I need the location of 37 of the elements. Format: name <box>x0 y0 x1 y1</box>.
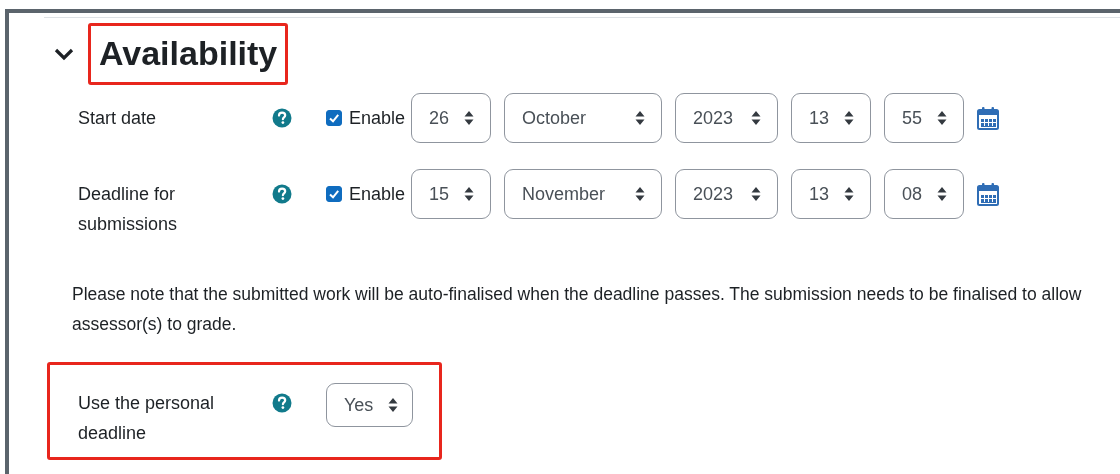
field-label: Start date <box>78 107 158 130</box>
yes-no-select[interactable]: Yes <box>326 383 413 427</box>
section-heading: Availability <box>88 23 289 85</box>
year-select[interactable]: 2023 <box>675 169 779 219</box>
enable-label: Enable <box>349 183 406 205</box>
month-select[interactable]: October <box>504 93 663 143</box>
sort-caret-icon <box>635 186 646 202</box>
field-label: Use the personal deadline <box>78 392 216 445</box>
month-select[interactable]: November <box>504 169 663 219</box>
note-text: Please note that the submitted work will be auto-finalised when the deadline passes. The submission needs to be finalised to allow assessor(s) to grade. <box>72 283 1083 336</box>
sort-caret-icon <box>937 186 948 202</box>
help-icon[interactable] <box>272 393 292 413</box>
chevron-icon[interactable] <box>54 47 74 61</box>
sort-caret-icon <box>635 110 646 126</box>
hour-select[interactable]: 13 <box>791 93 872 143</box>
sort-caret-icon <box>844 110 855 126</box>
hour-select[interactable]: 13 <box>791 169 872 219</box>
enable-label: Enable <box>349 107 406 129</box>
sort-caret-icon <box>844 186 855 202</box>
minute-select[interactable]: 55 <box>884 93 965 143</box>
minute-select[interactable]: 08 <box>884 169 965 219</box>
help-icon[interactable] <box>272 108 292 128</box>
day-select[interactable]: 26 <box>411 93 492 143</box>
enable-checkbox[interactable] <box>326 110 342 126</box>
sort-caret-icon <box>464 110 475 126</box>
sort-caret-icon <box>388 397 398 413</box>
day-select[interactable]: 15 <box>411 169 492 219</box>
calendar-icon[interactable] <box>977 182 1000 206</box>
year-select[interactable]: 2023 <box>675 93 779 143</box>
enable-checkbox[interactable] <box>326 186 342 202</box>
sort-caret-icon <box>751 110 762 126</box>
sort-caret-icon <box>464 186 475 202</box>
sort-caret-icon <box>937 110 948 126</box>
help-icon[interactable] <box>272 184 292 204</box>
field-label: Deadline for submissions <box>78 183 179 236</box>
calendar-icon[interactable] <box>977 106 1000 130</box>
sort-caret-icon <box>751 186 762 202</box>
